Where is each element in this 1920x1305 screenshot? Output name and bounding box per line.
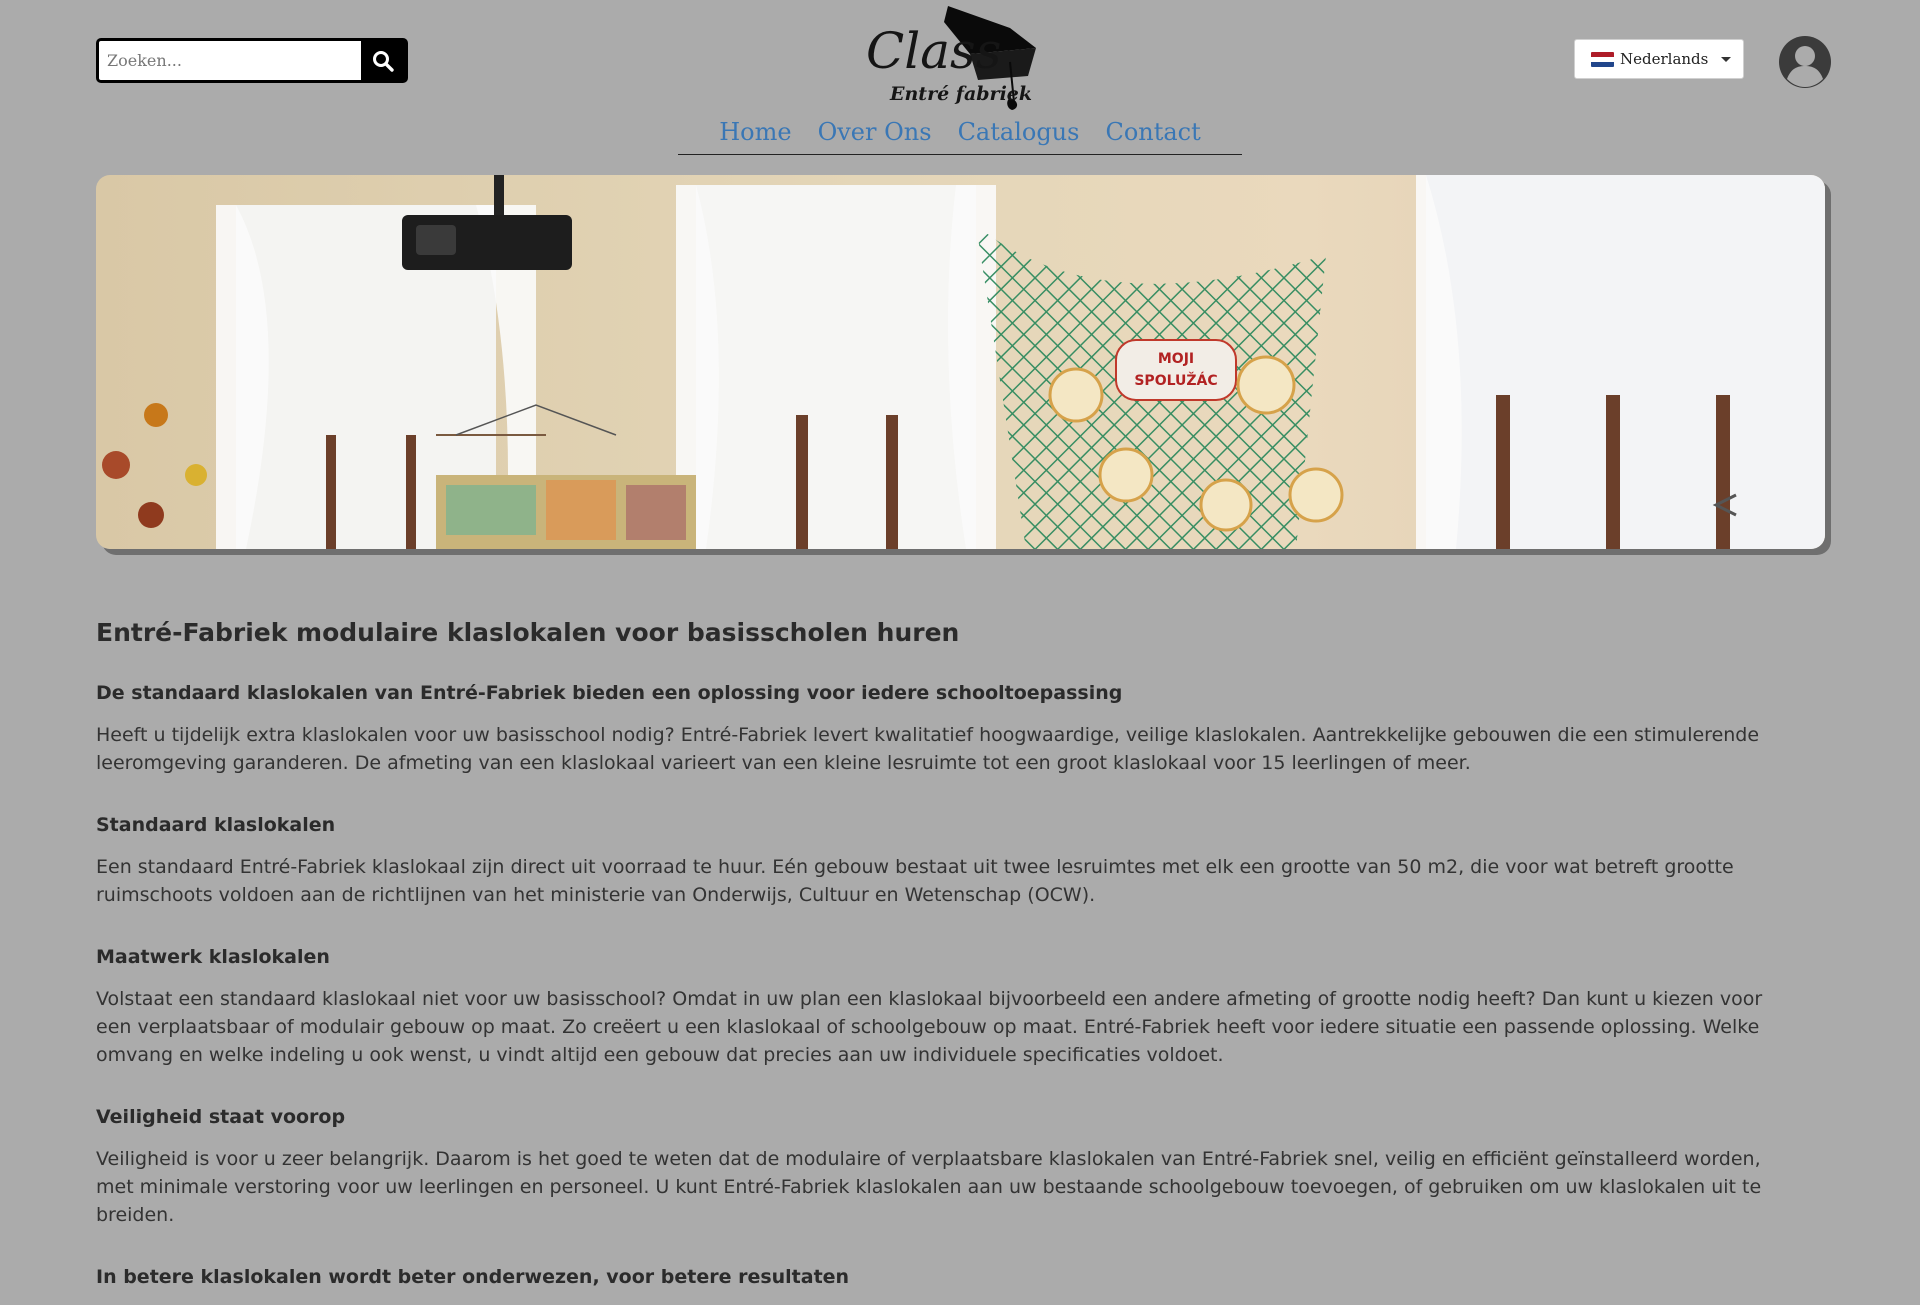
- nav-home[interactable]: Home: [719, 114, 791, 154]
- page-title: Entré-Fabriek modulaire klaslokalen voor…: [96, 618, 960, 647]
- chevron-down-icon: [1721, 56, 1731, 62]
- banner-sign-line-1: MOJI: [1158, 351, 1194, 367]
- section-heading-1: De standaard klaslokalen van Entré-Fabri…: [96, 682, 1123, 704]
- section-text-3: Volstaat een standaard klaslokaal niet v…: [96, 988, 1763, 1066]
- section-text-2: Een standaard Entré-Fabriek klaslokaal z…: [96, 856, 1734, 906]
- search-icon: [373, 50, 394, 72]
- section-heading-5: In betere klaslokalen wordt beter onderw…: [96, 1266, 850, 1288]
- banner-sign-line-2: SPOLUŽÁC: [1134, 372, 1217, 389]
- language-label: Nederlands: [1620, 50, 1709, 68]
- section-text-4: Veiligheid is voor u zeer belangrijk. Da…: [96, 1148, 1762, 1226]
- language-select[interactable]: Nederlands: [1574, 39, 1744, 79]
- nav-contact[interactable]: Contact: [1105, 114, 1200, 154]
- netherlands-flag-icon: [1591, 51, 1614, 67]
- nav-catalogus[interactable]: Catalogus: [958, 114, 1080, 154]
- section-heading-4: Veiligheid staat voorop: [96, 1106, 346, 1128]
- logo-subtitle: Entré fabriek: [889, 83, 1032, 105]
- section-heading-3: Maatwerk klaslokalen: [96, 946, 330, 968]
- hero-banner-image: MOJI SPOLUŽÁC: [96, 175, 1825, 549]
- nav-over-ons[interactable]: Over Ons: [818, 114, 932, 154]
- section-text-1: Heeft u tijdelijk extra klaslokalen voor…: [96, 724, 1760, 774]
- search-input[interactable]: [99, 41, 361, 80]
- section-heading-2: Standaard klaslokalen: [96, 814, 336, 836]
- user-account-icon[interactable]: [1778, 35, 1832, 89]
- site-logo[interactable]: Class Entré fabriek: [860, 2, 1060, 114]
- main-content: Entré-Fabriek modulaire klaslokalen voor…: [96, 618, 1796, 1305]
- logo-title: Class: [866, 22, 1001, 80]
- main-navigation: Home Over Ons Catalogus Contact: [678, 114, 1242, 155]
- search-button[interactable]: [361, 41, 405, 80]
- search-box: [96, 38, 408, 83]
